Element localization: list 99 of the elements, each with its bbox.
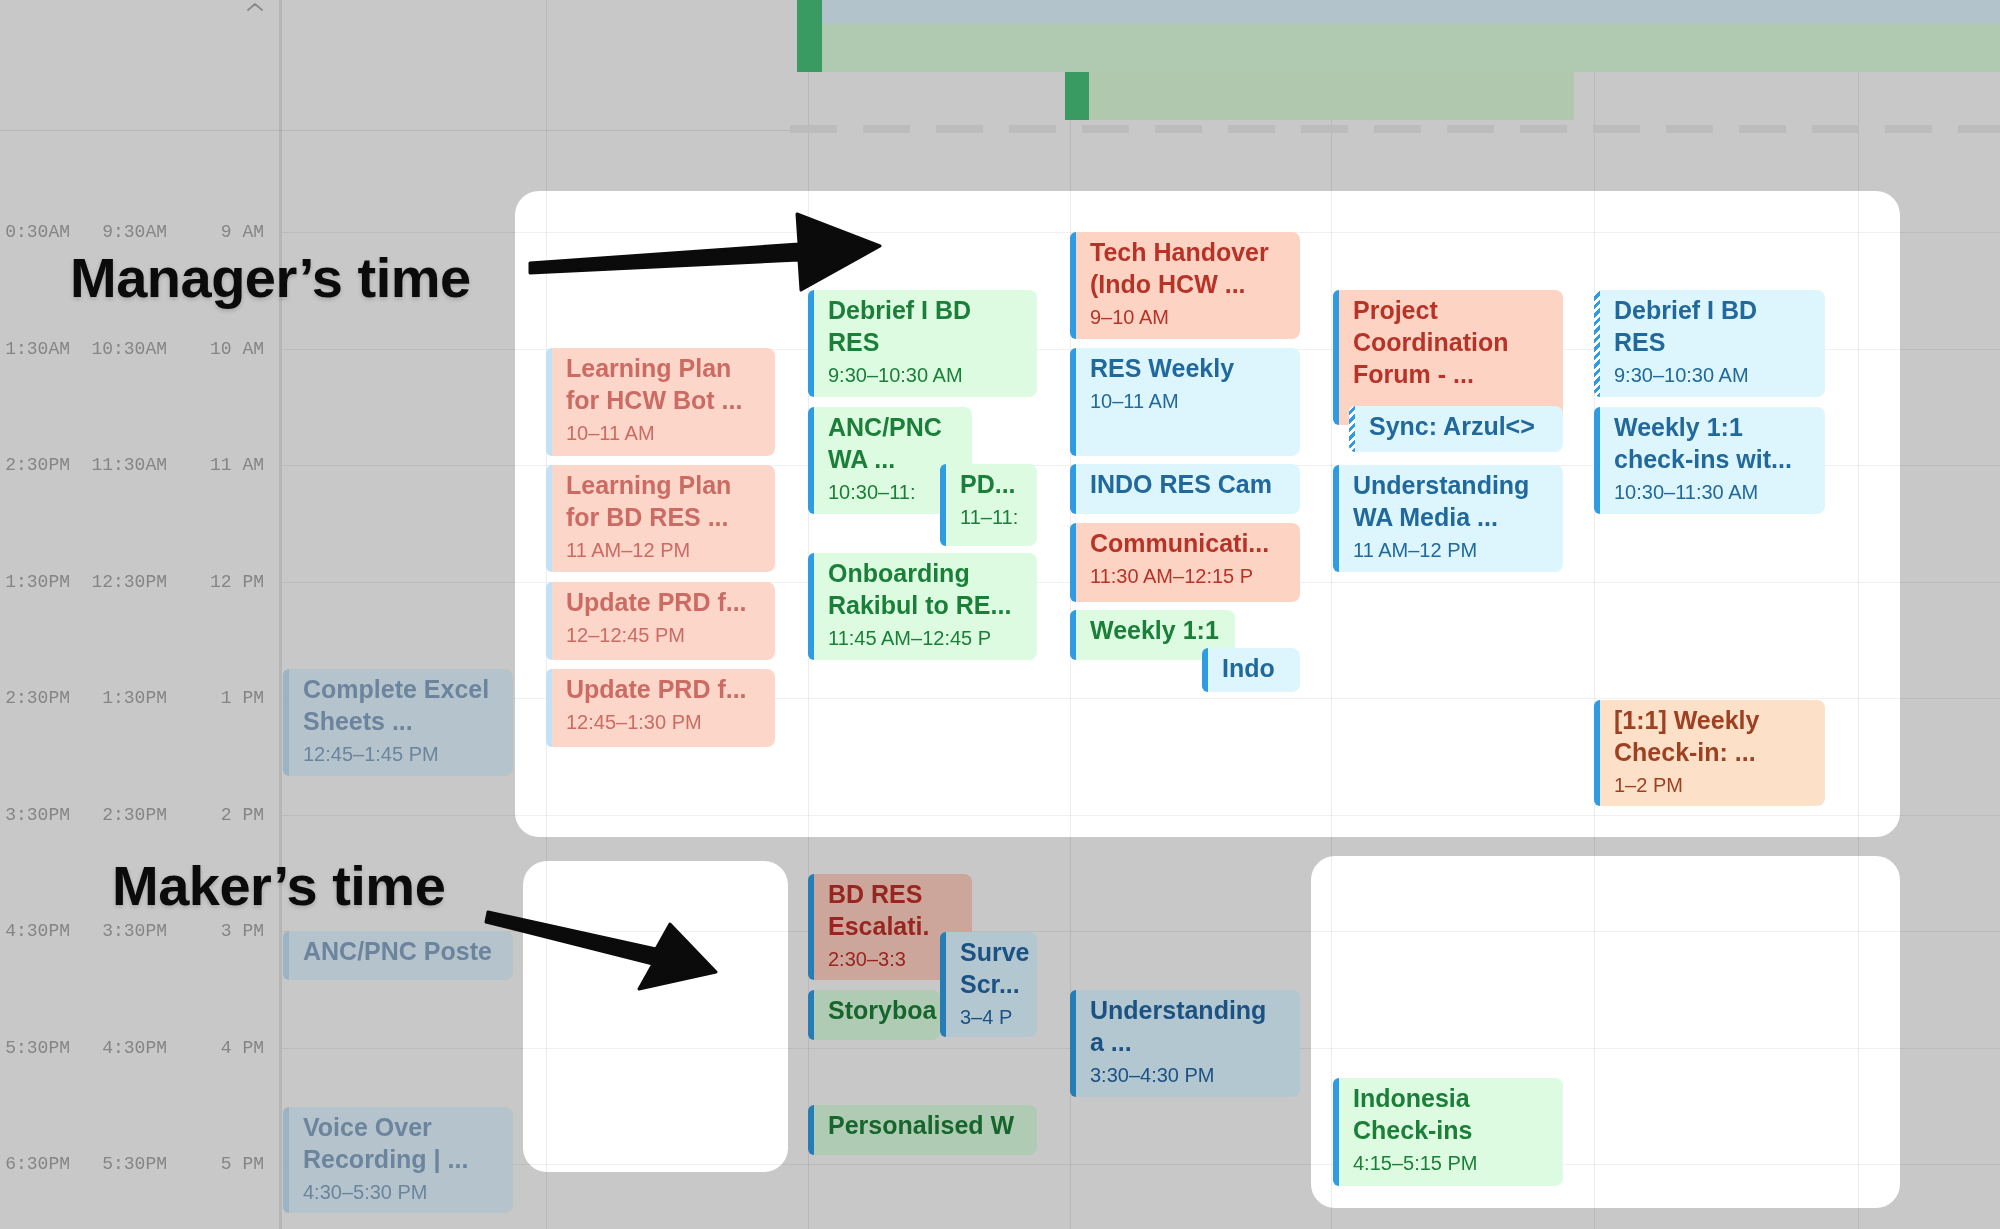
event-time: 10:30–11: — [828, 480, 916, 505]
annotation-label: Maker’s time — [112, 858, 446, 914]
event-title: Communicati... — [1090, 528, 1271, 559]
event-time: 12:45–1:30 PM — [566, 710, 702, 735]
all-day-event-bar[interactable] — [797, 0, 2000, 24]
time-label: 11:30AM — [91, 454, 167, 476]
event-time: 10–11 AM — [566, 421, 655, 446]
event-title: ANC/PNC WA ... — [828, 412, 943, 475]
event-card[interactable]: Sync: Arzul<> — [1349, 406, 1563, 452]
time-label: 1:30PM — [102, 687, 167, 709]
all-day-event-bar[interactable] — [1065, 72, 1574, 120]
event-card[interactable]: Indonesia Check-ins 4:15–5:15 PM — [1333, 1078, 1563, 1186]
event-title: Learning Plan for HCW Bot ... — [566, 353, 744, 416]
event-title: Storyboa — [828, 995, 938, 1026]
event-title: ANC/PNC Poste — [303, 936, 493, 967]
event-time: 11:45 AM–12:45 P — [828, 626, 992, 651]
time-label: 4 PM — [220, 1037, 264, 1059]
event-card[interactable]: Update PRD f... 12–12:45 PM — [546, 582, 775, 660]
event-card[interactable]: Tech Handover (Indo HCW ... 9–10 AM — [1070, 232, 1300, 339]
event-card[interactable]: Debrief I BD RES 9:30–10:30 AM — [1594, 290, 1825, 397]
event-card[interactable]: INDO RES Cam — [1070, 464, 1300, 514]
time-label: 4:30PM — [102, 1037, 167, 1059]
time-label: 10 AM — [210, 338, 264, 360]
event-title: Update PRD f... — [566, 674, 748, 705]
event-title: Indonesia Check-ins — [1353, 1083, 1474, 1146]
event-time: 4:15–5:15 PM — [1353, 1151, 1478, 1176]
event-card[interactable]: Communicati... 11:30 AM–12:15 P — [1070, 523, 1300, 602]
event-title: Understanding WA Media ... — [1353, 470, 1531, 533]
event-card[interactable]: RES Weekly 10–11 AM — [1070, 348, 1300, 456]
event-time: 2:30–3:3 — [828, 947, 906, 972]
event-title: Weekly 1:1 check-ins wit... — [1614, 412, 1793, 475]
event-time: 9:30–10:30 AM — [828, 363, 963, 388]
time-label: 3:30PM — [102, 920, 167, 942]
event-title: Debrief I BD RES — [828, 295, 973, 358]
time-label: 5 PM — [220, 1153, 264, 1175]
event-card[interactable]: Storyboa — [808, 990, 940, 1040]
time-label: 4:30PM — [5, 920, 70, 942]
time-label: 1 PM — [220, 687, 264, 709]
time-label: 10:30AM — [91, 338, 167, 360]
event-card[interactable]: Learning Plan for BD RES ... 11 AM–12 PM — [546, 465, 775, 572]
event-title: Personalised W — [828, 1110, 1016, 1141]
time-label: 2 PM — [220, 804, 264, 826]
event-card[interactable]: Weekly 1:1 check-ins wit... 10:30–11:30 AM — [1594, 407, 1825, 514]
event-title: Weekly 1:1 — [1090, 615, 1220, 646]
time-label: 5:30PM — [102, 1153, 167, 1175]
event-time: 10–11 AM — [1090, 389, 1179, 414]
time-label: 2:30PM — [102, 804, 167, 826]
chevron-up-icon[interactable] — [247, 3, 263, 11]
event-title: Update PRD f... — [566, 587, 748, 618]
event-time: 11 AM–12 PM — [566, 538, 691, 563]
event-time: 4:30–5:30 PM — [303, 1180, 428, 1205]
event-title: Learning Plan for BD RES ... — [566, 470, 733, 533]
event-time: 10:30–11:30 AM — [1614, 480, 1759, 505]
event-title: Understanding a ... — [1090, 995, 1268, 1058]
event-title: Debrief I BD RES — [1614, 295, 1759, 358]
event-title: Onboarding Rakibul to RE... — [828, 558, 1013, 621]
event-card[interactable]: Understanding WA Media ... 11 AM–12 PM — [1333, 465, 1563, 572]
event-card[interactable]: Onboarding Rakibul to RE... 11:45 AM–12:45 P — [808, 553, 1037, 660]
time-label: 9 AM — [220, 221, 264, 243]
event-card[interactable]: Learning Plan for HCW Bot ... 10–11 AM — [546, 348, 775, 456]
event-card[interactable]: [1:1] Weekly Check-in: ... 1–2 PM — [1594, 700, 1825, 806]
event-card[interactable]: Understanding a ... 3:30–4:30 PM — [1070, 990, 1300, 1097]
event-title: BD RES Escalati. — [828, 879, 931, 942]
event-card[interactable]: Indo — [1202, 648, 1300, 692]
event-title: Complete Excel Sheets ... — [303, 674, 491, 737]
event-time: 9:30–10:30 AM — [1614, 363, 1749, 388]
event-time: 11 AM–12 PM — [1353, 538, 1478, 563]
event-card[interactable]: PD... 11–11: — [940, 464, 1037, 546]
time-label: 5:30PM — [5, 1037, 70, 1059]
event-card[interactable]: Update PRD f... 12:45–1:30 PM — [546, 669, 775, 747]
time-label: 0:30AM — [5, 221, 70, 243]
event-title: Project Coordination Forum - ... — [1353, 295, 1510, 390]
event-title: RES Weekly — [1090, 353, 1236, 384]
event-title: Voice Over Recording | ... — [303, 1112, 470, 1175]
event-time: 12:45–1:45 PM — [303, 742, 439, 767]
event-card[interactable]: Weekly 1:1 — [1070, 610, 1235, 660]
all-day-event-bar[interactable] — [797, 24, 2000, 72]
event-title: [1:1] Weekly Check-in: ... — [1614, 705, 1761, 768]
event-title: INDO RES Cam — [1090, 469, 1273, 500]
time-label: 1:30AM — [5, 338, 70, 360]
time-label: 6:30PM — [5, 1153, 70, 1175]
time-label: 2:30PM — [5, 687, 70, 709]
event-time: 3–4 P — [960, 1005, 1013, 1030]
event-time: 1–2 PM — [1614, 773, 1683, 798]
time-label: 2:30PM — [5, 454, 70, 476]
time-label: 12:30PM — [91, 571, 167, 593]
event-time: 9–10 AM — [1090, 305, 1169, 330]
time-label: 11 AM — [210, 454, 264, 476]
time-label: 9:30AM — [102, 221, 167, 243]
time-label: 3:30PM — [5, 804, 70, 826]
event-card[interactable]: Debrief I BD RES 9:30–10:30 AM — [808, 290, 1037, 397]
event-title: Tech Handover (Indo HCW ... — [1090, 237, 1270, 300]
event-time: 3:30–4:30 PM — [1090, 1063, 1215, 1088]
time-label: 12 PM — [210, 571, 264, 593]
event-card[interactable]: Personalised W — [808, 1105, 1037, 1155]
event-time: 12–12:45 PM — [566, 623, 685, 648]
time-label: 1:30PM — [5, 571, 70, 593]
event-time: 11:30 AM–12:15 P — [1090, 564, 1254, 589]
time-label: 3 PM — [220, 920, 264, 942]
